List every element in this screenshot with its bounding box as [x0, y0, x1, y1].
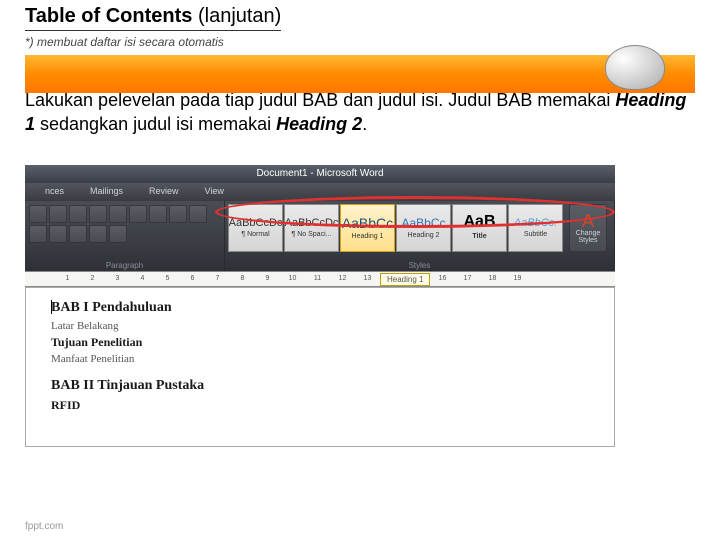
doc-heading1: BAB I Pendahuluan [51, 300, 589, 316]
decorative-bar [25, 55, 695, 93]
tab-mailings[interactable]: Mailings [78, 183, 135, 201]
align-left-button[interactable] [169, 205, 187, 223]
slide-subtitle: *) membuat daftar isi secara otomatis [25, 35, 695, 49]
align-center-button[interactable] [189, 205, 207, 223]
doc-heading1: BAB II Tinjauan Pustaka [51, 378, 589, 394]
styles-gallery: AaBbCcDc¶ Normal AaBbCcDc¶ No Spaci... A… [225, 201, 566, 255]
word-titlebar: Document1 - Microsoft Word [25, 165, 615, 183]
tab-view[interactable]: View [193, 183, 236, 201]
doc-heading2: Tujuan Penelitian [51, 335, 589, 350]
style-subtitle[interactable]: AaBbCc.Subtitle [508, 204, 563, 252]
ruler: 12345678910111213141516171819 Heading 1 [25, 271, 615, 287]
indent-dec-button[interactable] [89, 205, 107, 223]
style-normal[interactable]: AaBbCcDc¶ Normal [228, 204, 283, 252]
shading-button[interactable] [89, 225, 107, 243]
line-spacing-button[interactable] [69, 225, 87, 243]
mouse-icon [605, 45, 665, 90]
group-label-styles: Styles [225, 261, 614, 270]
style-nospacing[interactable]: AaBbCcDc¶ No Spaci... [284, 204, 339, 252]
bullets-button[interactable] [29, 205, 47, 223]
letter-a-icon: A [582, 212, 594, 230]
multilevel-button[interactable] [69, 205, 87, 223]
word-screenshot: Document1 - Microsoft Word nces Mailings… [25, 165, 615, 447]
document-area[interactable]: BAB I Pendahuluan Latar Belakang Tujuan … [25, 287, 615, 447]
footer-credit: fppt.com [25, 521, 63, 532]
text-cursor [51, 300, 52, 314]
sort-button[interactable] [129, 205, 147, 223]
doc-line: Manfaat Penelitian [51, 353, 589, 365]
group-paragraph: Paragraph [25, 201, 225, 271]
style-heading2[interactable]: AaBbCcHeading 2 [396, 204, 451, 252]
indent-inc-button[interactable] [109, 205, 127, 223]
tab-review[interactable]: Review [137, 183, 191, 201]
slide-title: Table of Contents (lanjutan) [25, 5, 281, 31]
show-marks-button[interactable] [149, 205, 167, 223]
tab-references[interactable]: nces [33, 183, 76, 201]
doc-heading2: RFID [51, 398, 589, 413]
change-styles-button[interactable]: AChange Styles [569, 204, 607, 252]
style-title[interactable]: AaBTitle [452, 204, 507, 252]
doc-line: Latar Belakang [51, 320, 589, 332]
group-label-paragraph: Paragraph [25, 261, 224, 270]
slide-header: Table of Contents (lanjutan) *) membuat … [0, 0, 720, 70]
justify-button[interactable] [49, 225, 67, 243]
ribbon-tab-row: nces Mailings Review View [25, 183, 615, 201]
borders-button[interactable] [109, 225, 127, 243]
style-tooltip: Heading 1 [380, 273, 430, 286]
align-right-button[interactable] [29, 225, 47, 243]
ribbon: Paragraph AaBbCcDc¶ Normal AaBbCcDc¶ No … [25, 201, 615, 271]
numbering-button[interactable] [49, 205, 67, 223]
group-styles: AaBbCcDc¶ Normal AaBbCcDc¶ No Spaci... A… [225, 201, 615, 271]
style-heading1[interactable]: AaBbCcHeading 1 [340, 204, 395, 252]
